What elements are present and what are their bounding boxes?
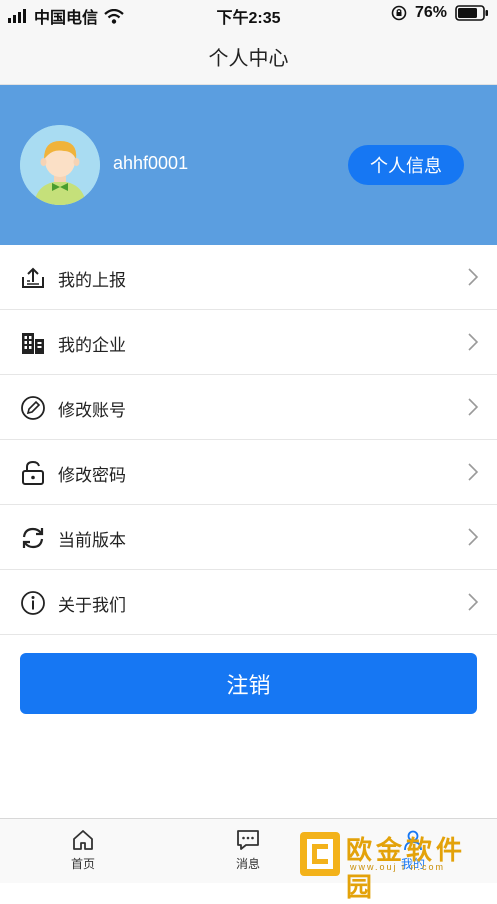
- chevron-right-icon: [468, 398, 479, 416]
- menu-item-change-password[interactable]: 修改密码: [0, 440, 497, 505]
- nav-bar: 个人中心: [0, 28, 497, 85]
- tab-home[interactable]: 首页: [43, 829, 123, 872]
- chevron-right-icon: [468, 268, 479, 286]
- username: ahhf0001: [113, 153, 189, 173]
- menu-label-change-account: 修改账号: [58, 401, 126, 420]
- logout-button[interactable]: 注销: [20, 653, 477, 714]
- building-icon: [22, 333, 44, 354]
- tab-home-label: 首页: [70, 857, 95, 871]
- menu-label-change-password: 修改密码: [58, 466, 126, 485]
- menu-label-current-version: 当前版本: [58, 531, 126, 550]
- avatar-illustration: [20, 125, 100, 205]
- status-bar: 中国电信 下午2:35 76%: [0, 0, 497, 28]
- battery-icon: [455, 5, 488, 21]
- chevron-right-icon: [468, 528, 479, 546]
- menu-list: 我的上报 我的企业 修改账号 修改密码 当前版本 关于我们: [0, 245, 497, 635]
- menu-label-about-us: 关于我们: [58, 596, 126, 615]
- logout-label: 注销: [226, 672, 271, 698]
- clock-time: 下午2:35: [216, 10, 281, 27]
- menu-item-current-version[interactable]: 当前版本: [0, 505, 497, 570]
- watermark-url: www.ouj i n.com: [350, 862, 446, 872]
- menu-item-my-reports[interactable]: 我的上报: [0, 245, 497, 310]
- page-title: 个人中心: [208, 47, 289, 70]
- chevron-right-icon: [468, 333, 479, 351]
- profile-banner: ahhf0001 个人信息: [0, 85, 497, 245]
- personal-info-label: 个人信息: [370, 156, 442, 176]
- personal-info-button[interactable]: 个人信息: [348, 145, 464, 185]
- menu-item-my-company[interactable]: 我的企业: [0, 310, 497, 375]
- upload-icon: [22, 267, 44, 288]
- edit-pen-icon: [21, 396, 45, 420]
- chevron-right-icon: [468, 593, 479, 611]
- chevron-right-icon: [468, 463, 479, 481]
- refresh-icon: [22, 527, 44, 549]
- unlock-icon: [22, 460, 44, 485]
- menu-item-about-us[interactable]: 关于我们: [0, 570, 497, 635]
- watermark-logo-icon: [300, 832, 340, 876]
- menu-item-change-account[interactable]: 修改账号: [0, 375, 497, 440]
- info-icon: [21, 591, 45, 615]
- orientation-lock-icon: [391, 5, 407, 21]
- tab-messages-label: 消息: [235, 857, 260, 871]
- menu-label-my-reports: 我的上报: [58, 271, 126, 290]
- menu-label-my-company: 我的企业: [58, 336, 126, 355]
- home-icon: [73, 830, 93, 850]
- message-icon: [237, 830, 259, 850]
- tab-messages[interactable]: 消息: [208, 829, 288, 872]
- avatar[interactable]: [20, 125, 100, 205]
- watermark: 欧金软件园 www.ouj i n.com: [298, 828, 490, 903]
- battery-percent: 76%: [414, 4, 447, 21]
